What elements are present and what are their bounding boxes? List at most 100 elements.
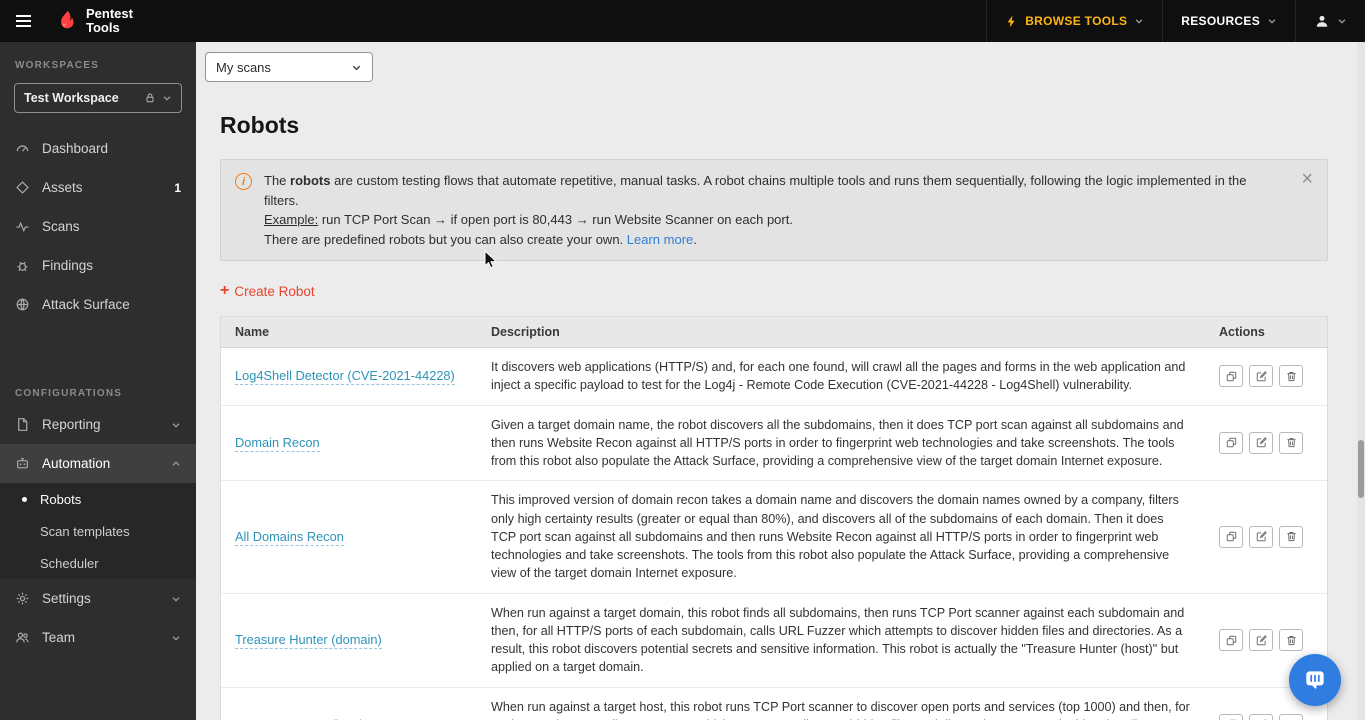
table-row: Treasure Hunter (domain) When run against… — [221, 593, 1327, 688]
robot-name-cell: Log4Shell Detector (CVE-2021-44228) — [221, 348, 477, 405]
automation-submenu: Robots Scan templates Scheduler — [0, 483, 196, 579]
workspace-selector[interactable]: Test Workspace — [14, 83, 182, 113]
learn-more-link[interactable]: Learn more — [627, 232, 693, 247]
my-scans-select-value: My scans — [216, 59, 271, 75]
chevron-down-icon — [1267, 16, 1277, 26]
robot-name-cell: All Domains Recon — [221, 481, 477, 592]
chevron-down-icon — [351, 62, 362, 73]
duplicate-robot-button[interactable] — [1219, 431, 1243, 454]
scans-icon — [15, 219, 30, 234]
robot-actions — [1205, 481, 1327, 592]
lightning-icon — [1005, 15, 1018, 28]
plus-icon: + — [220, 282, 230, 299]
sidebar-item-team[interactable]: Team — [0, 618, 196, 657]
duplicate-robot-button[interactable] — [1219, 629, 1243, 651]
close-icon[interactable]: × — [1301, 169, 1313, 189]
resources-menu[interactable]: RESOURCES — [1162, 0, 1295, 42]
sidebar-item-reporting[interactable]: Reporting — [0, 405, 196, 444]
configurations-section-label: CONFIGURATIONS — [15, 388, 123, 399]
sidebar-item-dashboard[interactable]: Dashboard — [0, 129, 196, 168]
sidebar-item-automation[interactable]: Automation — [0, 444, 196, 483]
robot-actions — [1205, 406, 1327, 481]
delete-robot-button[interactable] — [1279, 713, 1303, 720]
table-row: Log4Shell Detector (CVE-2021-44228) It di… — [221, 348, 1327, 406]
header-description: Description — [491, 325, 560, 339]
robot-description: It discovers web applications (HTTP/S) a… — [491, 360, 1186, 393]
menu-icon[interactable] — [0, 0, 46, 42]
table-row: All Domains Recon This improved version o… — [221, 481, 1327, 594]
delete-robot-button[interactable] — [1279, 431, 1303, 454]
edit-robot-button[interactable] — [1249, 525, 1273, 548]
dashboard-icon — [15, 141, 30, 156]
delete-robot-button[interactable] — [1279, 365, 1303, 388]
sidebar-item-assets[interactable]: Assets 1 — [0, 168, 196, 207]
edit-robot-button[interactable] — [1249, 431, 1273, 454]
resources-label: RESOURCES — [1181, 14, 1260, 28]
sidebar: WORKSPACES Test Workspace Dashboard Asse… — [0, 42, 196, 720]
my-scans-select[interactable]: My scans — [205, 52, 373, 82]
browse-tools-menu[interactable]: BROWSE TOOLS — [986, 0, 1162, 42]
robot-icon — [15, 456, 30, 471]
duplicate-robot-button[interactable] — [1219, 365, 1243, 388]
edit-robot-button[interactable] — [1249, 365, 1273, 388]
scrollbar-track[interactable] — [1357, 42, 1365, 720]
chat-icon — [1306, 671, 1324, 689]
globe-icon — [15, 297, 30, 312]
sidebar-item-findings[interactable]: Findings — [0, 246, 196, 285]
sidebar-nav: Dashboard Assets 1 Scans Findings Attack… — [0, 129, 196, 657]
robot-description: When run against a target host, this rob… — [491, 699, 1190, 720]
assets-icon — [15, 180, 30, 195]
table-row: Domain Recon Given a target domain name, … — [221, 405, 1327, 482]
chevron-down-icon — [1134, 16, 1144, 26]
chat-widget-button[interactable] — [1289, 654, 1341, 706]
table-body: Log4Shell Detector (CVE-2021-44228) It di… — [221, 348, 1327, 720]
sidebar-item-settings[interactable]: Settings — [0, 579, 196, 618]
info-banner-text: The robots are custom testing flows that… — [264, 173, 1247, 247]
chevron-down-icon — [171, 633, 181, 643]
edit-robot-button[interactable] — [1249, 629, 1273, 651]
header-name: Name — [235, 325, 270, 339]
gear-icon — [15, 591, 30, 606]
bug-icon — [15, 258, 30, 273]
delete-robot-button[interactable] — [1279, 525, 1303, 548]
workspaces-section-label: WORKSPACES — [15, 60, 100, 71]
sidebar-item-scheduler[interactable]: Scheduler — [0, 547, 196, 579]
robot-name-link[interactable]: Domain Recon — [235, 434, 320, 452]
workspace-name: Test Workspace — [24, 91, 119, 105]
edit-robot-button[interactable] — [1249, 713, 1273, 720]
topbar-right: BROWSE TOOLS RESOURCES — [986, 0, 1365, 42]
account-menu[interactable] — [1295, 0, 1365, 42]
table-row: Treasure Hunter (host) When run against a… — [221, 687, 1327, 720]
duplicate-robot-button[interactable] — [1219, 525, 1243, 548]
report-icon — [15, 417, 30, 432]
delete-robot-button[interactable] — [1279, 629, 1303, 651]
robot-description: Given a target domain name, the robot di… — [491, 417, 1184, 469]
sidebar-item-robots[interactable]: Robots — [0, 483, 196, 515]
robot-name-link[interactable]: Treasure Hunter (host) — [235, 716, 364, 720]
assets-count-badge: 1 — [174, 180, 181, 195]
robots-table: Name Description Actions Log4Shell Detec… — [220, 316, 1328, 720]
topbar: Pentest Tools BROWSE TOOLS RESOURCES — [0, 0, 1365, 42]
sidebar-item-scans[interactable]: Scans — [0, 207, 196, 246]
robot-name-cell: Domain Recon — [221, 406, 477, 481]
brand-logo[interactable]: Pentest Tools — [46, 0, 143, 42]
chevron-down-icon — [1337, 16, 1347, 26]
robot-description: This improved version of domain recon ta… — [491, 493, 1179, 581]
active-dot — [22, 496, 27, 502]
info-icon: i — [235, 173, 252, 190]
robot-name-link[interactable]: All Domains Recon — [235, 528, 344, 546]
brand-name: Pentest Tools — [86, 6, 133, 35]
page-title: Robots — [220, 112, 300, 138]
scrollbar-thumb[interactable] — [1358, 440, 1364, 498]
duplicate-robot-button[interactable] — [1219, 713, 1243, 720]
lock-icon — [144, 92, 156, 104]
chevron-down-icon — [171, 420, 181, 430]
robot-name-link[interactable]: Log4Shell Detector (CVE-2021-44228) — [235, 367, 455, 386]
main-content: My scans Robots i The robots are custom … — [196, 42, 1365, 720]
sidebar-item-attack-surface[interactable]: Attack Surface — [0, 285, 196, 324]
sidebar-item-scan-templates[interactable]: Scan templates — [0, 515, 196, 547]
robot-name-link[interactable]: Treasure Hunter (domain) — [235, 631, 382, 650]
browse-tools-label: BROWSE TOOLS — [1025, 14, 1128, 28]
create-robot-button[interactable]: + Create Robot — [220, 283, 315, 299]
chevron-down-icon — [171, 594, 181, 604]
